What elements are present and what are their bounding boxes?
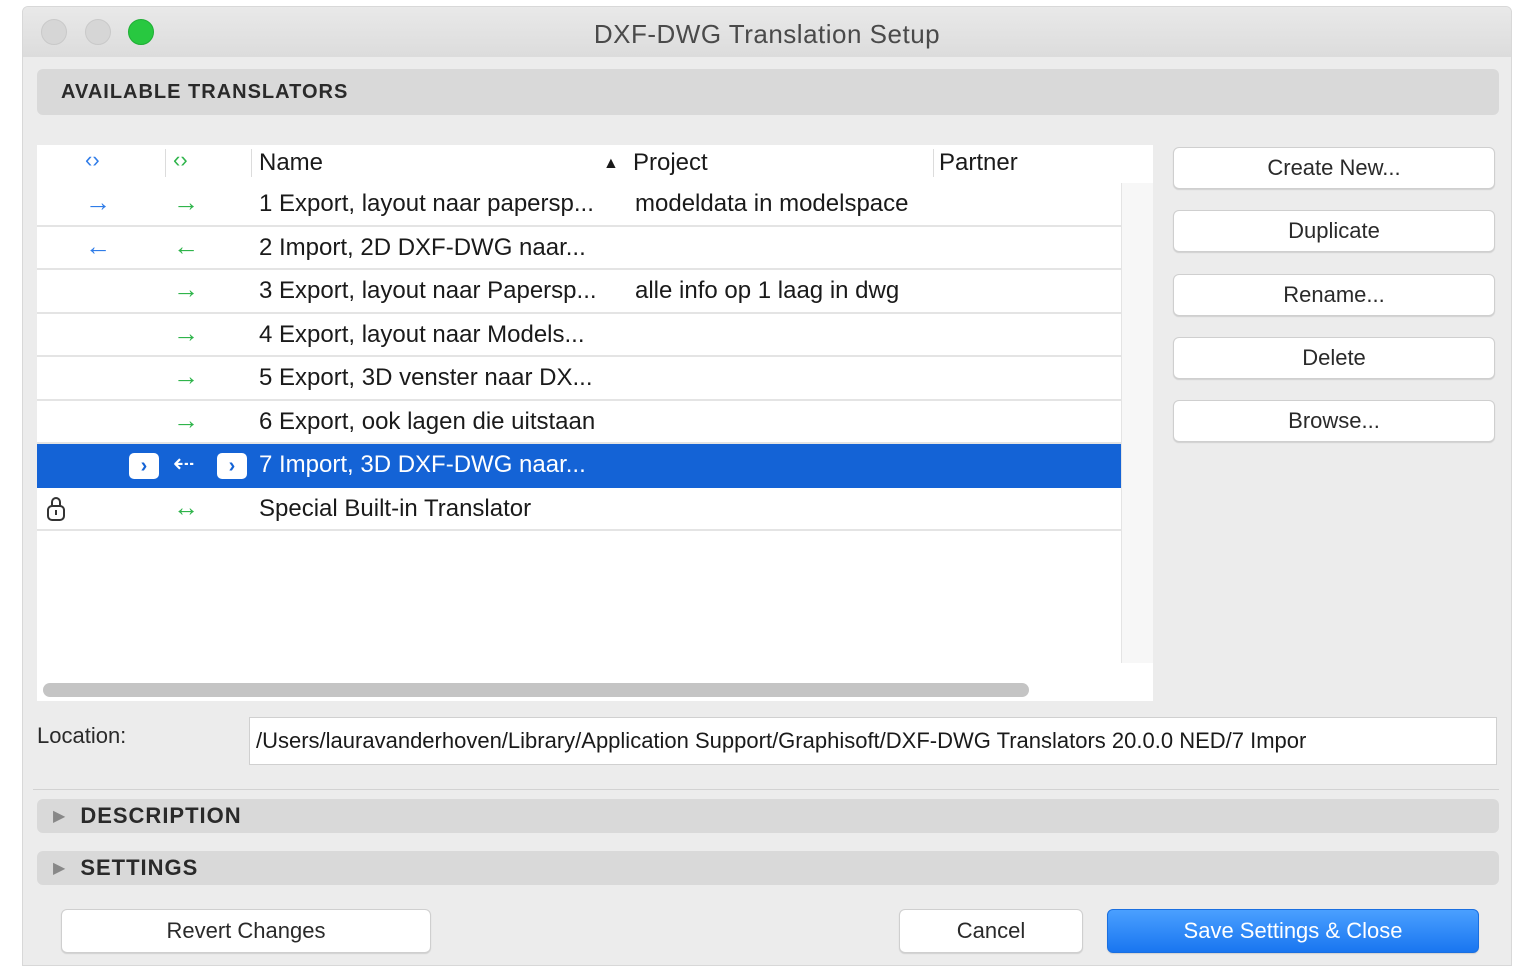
table-header: ‹› ‹› Name ▲ Project Partner [37,145,1153,183]
chevron-right-icon[interactable]: › [129,453,159,479]
table-row[interactable]: → 3 Export, layout naar Papersp... alle … [37,270,1121,314]
translator-name: 5 Export, 3D venster naar DX... [259,364,593,391]
table-row[interactable]: → 4 Export, layout naar Models... [37,314,1121,357]
disclosure-triangle-icon: ▶ [53,808,67,825]
settings-label: SETTINGS [80,855,199,880]
vertical-scrollbar-track[interactable] [1121,183,1153,663]
column-header-project[interactable]: Project [633,149,708,177]
translator-name: 6 Export, ook lagen die uitstaan [259,407,596,435]
translator-name: 7 Import, 3D DXF-DWG naar... [259,451,586,478]
window-title: DXF-DWG Translation Setup [593,19,941,49]
browse-button[interactable]: Browse... [1173,400,1495,442]
column-divider[interactable] [165,149,166,177]
import-arrow-icon: ← [173,230,199,261]
translator-name: Special Built-in Translator [259,494,532,522]
import-column-icon[interactable]: ‹› [173,147,188,173]
table-row[interactable]: → → 1 Export, layout naar papersp... mod… [37,183,1121,227]
dialog-window: DXF-DWG Translation Setup AVAILABLE TRAN… [22,6,1512,966]
export-arrow-icon: → [173,187,199,217]
chevron-right-icon[interactable]: › [217,453,247,479]
cancel-button[interactable]: Cancel [899,909,1083,953]
disclosure-triangle-icon: ▶ [53,860,67,877]
export-arrow-icon: → [173,404,199,435]
description-section-toggle[interactable]: ▶ DESCRIPTION [37,799,1499,833]
save-settings-close-button[interactable]: Save Settings & Close [1107,909,1479,953]
title-bar: DXF-DWG Translation Setup [23,7,1511,57]
location-label: Location: [37,723,127,748]
translators-table: ‹› ‹› Name ▲ Project Partner → → 1 Expor… [37,145,1153,701]
description-label: DESCRIPTION [80,803,242,828]
import-arrow-icon: ⇠ [173,448,195,478]
export-arrow-icon: → [85,187,111,217]
column-header-name[interactable]: Name [259,149,323,177]
translator-rows: → → 1 Export, layout naar papersp... mod… [37,183,1121,531]
column-divider[interactable] [933,149,934,177]
delete-button[interactable]: Delete [1173,337,1495,379]
rename-button[interactable]: Rename... [1173,274,1495,316]
sort-ascending-icon: ▲ [603,155,619,172]
translator-project: modeldata in modelspace [635,190,909,217]
table-row[interactable]: → 6 Export, ook lagen die uitstaan [37,401,1121,444]
translator-name: 2 Import, 2D DXF-DWG naar... [259,233,586,261]
lock-icon [45,494,67,529]
export-column-icon[interactable]: ‹› [85,147,100,173]
revert-changes-button[interactable]: Revert Changes [61,909,431,953]
create-new-button[interactable]: Create New... [1173,147,1495,189]
table-row[interactable]: → 5 Export, 3D venster naar DX... [37,357,1121,401]
available-translators-header: AVAILABLE TRANSLATORS [37,69,1499,115]
bidirectional-arrow-icon: ↔ [173,491,199,522]
translator-name: 4 Export, layout naar Models... [259,320,585,348]
export-arrow-icon: → [173,274,199,304]
translator-name: 1 Export, layout naar papersp... [259,190,594,217]
settings-section-toggle[interactable]: ▶ SETTINGS [37,851,1499,885]
separator [33,789,1499,790]
export-arrow-icon: → [173,317,199,348]
translator-project: alle info op 1 laag in dwg [635,277,900,304]
location-field[interactable]: /Users/lauravanderhoven/Library/Applicat… [249,717,1497,765]
table-row[interactable]: ↔ Special Built-in Translator [37,488,1121,531]
translator-name: 3 Export, layout naar Papersp... [259,277,597,304]
export-arrow-icon: → [173,361,199,391]
duplicate-button[interactable]: Duplicate [1173,210,1495,252]
column-divider[interactable] [251,149,252,177]
import-arrow-icon: ← [85,230,111,261]
column-header-partner[interactable]: Partner [939,149,1018,177]
table-row-selected[interactable]: › ⇠ › 7 Import, 3D DXF-DWG naar... [37,444,1121,488]
table-row[interactable]: ← ← 2 Import, 2D DXF-DWG naar... [37,227,1121,270]
horizontal-scrollbar[interactable] [43,683,1029,697]
